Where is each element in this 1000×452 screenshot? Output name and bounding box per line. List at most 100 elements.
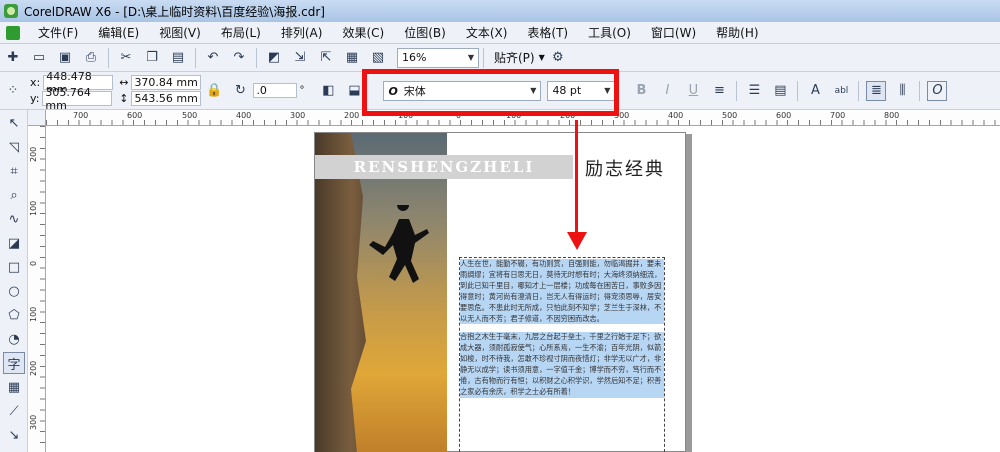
table-tool-icon[interactable]: ▦ — [3, 376, 25, 398]
import-icon[interactable]: ⇲ — [290, 48, 310, 68]
window-title: CorelDRAW X6 - [D:\桌上临时资料\百度经验\海报.cdr] — [24, 4, 325, 19]
menu-layout[interactable]: 布局(L) — [211, 24, 271, 41]
freehand-tool-icon[interactable]: ∿ — [3, 208, 25, 230]
print-icon[interactable]: ⎙ — [81, 48, 101, 68]
ruler-tick-label: 500 — [722, 111, 738, 120]
ruler-tick-label: 300 — [290, 111, 306, 120]
undo-icon[interactable]: ↶ — [203, 48, 223, 68]
edit-text-icon[interactable]: abl — [831, 81, 851, 101]
ruler-tick-label: 700 — [73, 111, 89, 120]
lock-ratio-icon[interactable]: 🔒 — [204, 81, 224, 101]
text-tool-icon[interactable]: 字 — [3, 352, 25, 374]
pick-tool-icon[interactable]: ↖ — [3, 112, 25, 134]
toolbar-separator — [195, 47, 196, 68]
bullet-list-icon[interactable]: ☰ — [744, 81, 764, 101]
paste-icon[interactable]: ▤ — [168, 48, 188, 68]
options-icon[interactable]: ⚙ — [548, 48, 568, 68]
coreldraw-app-icon[interactable] — [4, 4, 18, 18]
toolbar-separator — [858, 80, 860, 101]
new-file-icon[interactable]: ✚ — [3, 48, 23, 68]
menu-table[interactable]: 表格(T) — [517, 24, 578, 41]
interactive-opentype-icon[interactable]: O — [927, 80, 948, 101]
shape-tool-icon[interactable]: ◹ — [3, 136, 25, 158]
climber-silhouette — [369, 205, 429, 283]
underline-icon[interactable]: U — [683, 81, 703, 101]
vertical-ruler[interactable]: 200 100 0 100 200 300 — [28, 126, 46, 452]
toolbar-separator — [736, 80, 738, 101]
ruler-tick-label: 100 — [29, 306, 38, 322]
bold-icon[interactable]: B — [631, 81, 651, 101]
menu-text[interactable]: 文本(X) — [456, 24, 518, 41]
text-properties-icon[interactable]: A — [805, 81, 825, 101]
menu-view[interactable]: 视图(V) — [149, 24, 211, 41]
zoom-level-select[interactable]: 16% ▼ — [397, 47, 479, 68]
paragraph-text-2[interactable]: 合抱之木生于毫末，九层之台起于垒土，千里之行始于足下；欲成大器，须耐孤寂使气；心… — [460, 332, 664, 398]
poster-title[interactable]: 励志经典 — [585, 155, 665, 181]
ruler-tick-label: 700 — [830, 111, 846, 120]
copy-icon[interactable]: ❐ — [142, 48, 162, 68]
y-label: y: — [30, 92, 40, 105]
export-icon[interactable]: ⇱ — [316, 48, 336, 68]
mirror-horizontal-icon[interactable]: ◧ — [318, 81, 338, 101]
menu-effects[interactable]: 效果(C) — [332, 24, 394, 41]
open-folder-icon[interactable]: ▭ — [29, 48, 49, 68]
toolbar-separator — [256, 47, 257, 68]
rotation-angle-input[interactable]: .0 — [253, 83, 298, 98]
zoom-level-value: 16% — [402, 51, 427, 64]
drawing-canvas[interactable]: RENSHENGZHELI 励志经典 人生在世，能勤不辍，有功则赏，自强则能，勿… — [46, 126, 1000, 452]
vertical-text-icon[interactable]: ⫼ — [892, 81, 912, 101]
cut-icon[interactable]: ✂ — [116, 48, 136, 68]
width-input[interactable]: 370.84 mm — [131, 75, 202, 90]
menu-tools[interactable]: 工具(O) — [578, 24, 641, 41]
zoom-tool-icon[interactable]: ⌕ — [3, 184, 25, 206]
welcome-screen-icon[interactable]: ▧ — [368, 48, 388, 68]
toolbar-separator — [483, 47, 484, 68]
climber-photo[interactable] — [315, 133, 447, 452]
height-input[interactable]: 543.56 mm — [131, 91, 202, 106]
object-origin-icon[interactable]: ⁘ — [3, 81, 23, 101]
drop-cap-icon[interactable]: ▤ — [770, 81, 790, 101]
menu-arrange[interactable]: 排列(A) — [271, 24, 333, 41]
poster-page[interactable]: RENSHENGZHELI 励志经典 人生在世，能勤不辍，有功则赏，自强则能，勿… — [314, 132, 686, 452]
ruler-tick-label: 0 — [29, 260, 38, 266]
basic-shapes-tool-icon[interactable]: ◔ — [3, 328, 25, 350]
application-launcher-icon[interactable]: ▦ — [342, 48, 362, 68]
title-bar: CorelDRAW X6 - [D:\桌上临时资料\百度经验\海报.cdr] — [0, 0, 1000, 22]
connector-tool-icon[interactable]: ↘ — [3, 424, 25, 446]
crop-tool-icon[interactable]: ⌗ — [3, 160, 25, 182]
y-position-input[interactable]: 305.764 mm — [42, 86, 113, 112]
menu-help[interactable]: 帮助(H) — [706, 24, 768, 41]
smart-fill-tool-icon[interactable]: ◪ — [3, 232, 25, 254]
redo-icon[interactable]: ↷ — [229, 48, 249, 68]
ellipse-tool-icon[interactable]: ○ — [3, 280, 25, 302]
horizontal-text-icon[interactable]: ≣ — [866, 80, 887, 101]
document-icon[interactable] — [6, 25, 20, 40]
tutorial-arrow-head — [567, 232, 587, 250]
ruler-origin[interactable] — [28, 110, 46, 126]
polygon-tool-icon[interactable]: ⬠ — [3, 304, 25, 326]
ruler-tick-label: 500 — [182, 111, 198, 120]
ruler-tick-label: 600 — [776, 111, 792, 120]
snap-to-menu[interactable]: 贴齐(P) — [494, 49, 535, 66]
text-align-icon[interactable]: ≡ — [709, 81, 729, 101]
dimension-tool-icon[interactable]: ⟋ — [3, 400, 25, 422]
chevron-down-icon[interactable]: ▼ — [539, 53, 545, 62]
size-fields: ↔ 370.84 mm ↕ 543.56 mm — [119, 75, 202, 107]
rotate-icon[interactable]: ↻ — [230, 81, 250, 101]
paragraph-text-frame[interactable]: 人生在世，能勤不辍，有功则赏，自强则能，勿临渴掘井，要未雨绸缪；宜将有日思无日，… — [459, 257, 665, 452]
menu-edit[interactable]: 编辑(E) — [88, 24, 149, 41]
ruler-tick-label: 200 — [29, 146, 38, 162]
italic-icon[interactable]: I — [657, 81, 677, 101]
banner-text: RENSHENGZHELI — [353, 158, 535, 176]
tutorial-arrow-shaft — [575, 120, 578, 236]
menu-bar: 文件(F) 编辑(E) 视图(V) 布局(L) 排列(A) 效果(C) 位图(B… — [0, 22, 1000, 44]
menu-bitmaps[interactable]: 位图(B) — [394, 24, 456, 41]
rectangle-tool-icon[interactable]: □ — [3, 256, 25, 278]
save-icon[interactable]: ▣ — [55, 48, 75, 68]
degree-label: ° — [299, 85, 305, 96]
search-content-icon[interactable]: ◩ — [264, 48, 284, 68]
menu-window[interactable]: 窗口(W) — [641, 24, 706, 41]
banner-strip[interactable]: RENSHENGZHELI — [315, 155, 573, 179]
menu-file[interactable]: 文件(F) — [28, 24, 88, 41]
paragraph-text-1[interactable]: 人生在世，能勤不辍，有功则赏，自强则能，勿临渴掘井，要未雨绸缪；宜将有日思无日，… — [460, 259, 664, 325]
